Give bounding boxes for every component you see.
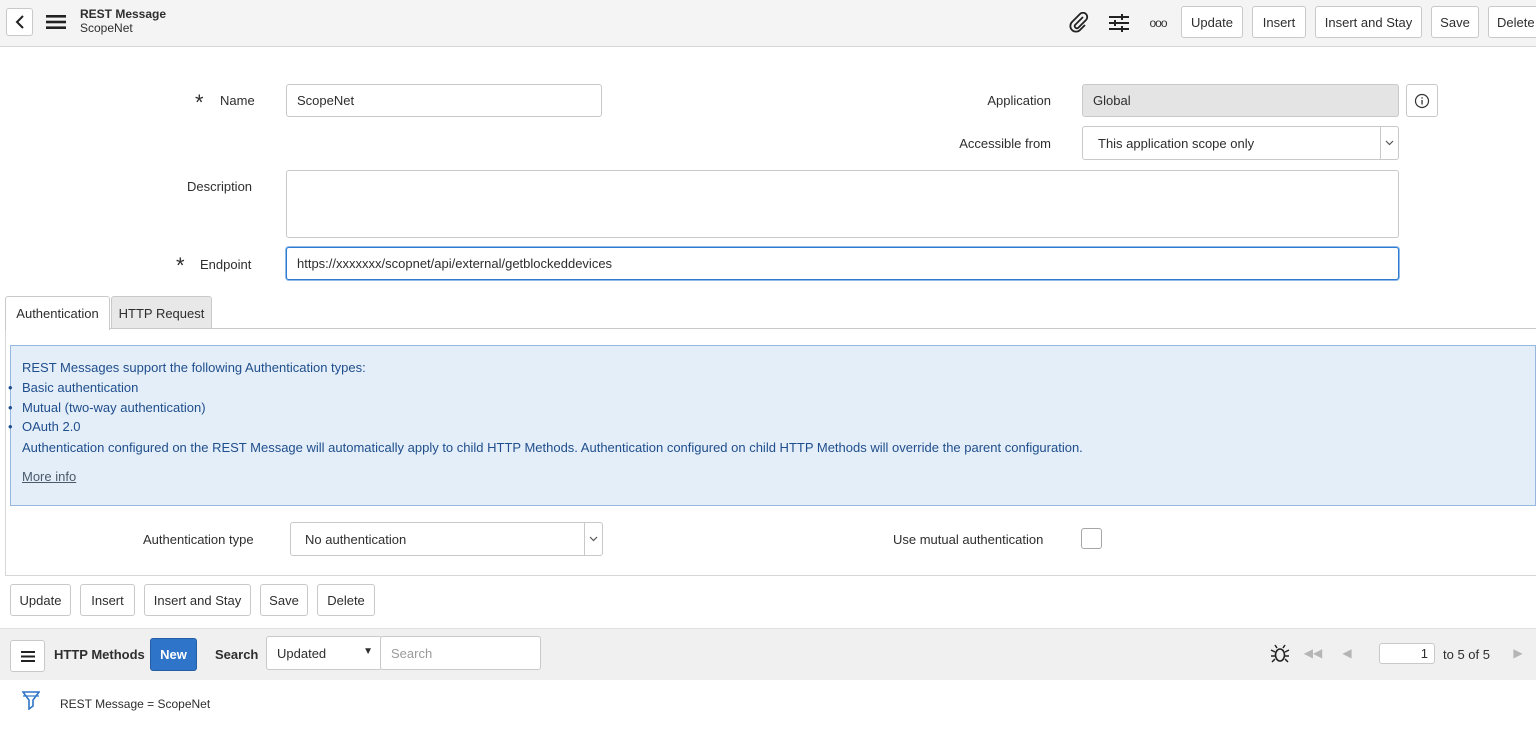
chevron-down-icon [584,523,602,555]
description-label: Description [187,179,253,194]
save-button-bottom[interactable]: Save [260,584,308,616]
mutual-auth-checkbox[interactable] [1081,528,1102,549]
tab-authentication[interactable]: Authentication [5,296,110,330]
filter-condition: REST Message = ScopeNet [60,697,211,711]
chevron-down-icon [1380,127,1398,159]
settings-sliders-icon[interactable] [1106,10,1132,36]
bug-icon[interactable] [1268,642,1292,666]
more-info-link[interactable]: More info [22,469,76,484]
page-number-value: 1 [1420,646,1428,661]
next-page-icon[interactable]: ▶ [1510,644,1526,662]
insert-and-stay-button[interactable]: Insert and Stay [1315,6,1422,38]
insert-and-stay-button-bottom[interactable]: Insert and Stay [144,584,251,616]
search-label: Search [215,647,259,662]
accessible-from-select[interactable]: This application scope only [1082,126,1399,160]
page-number-input[interactable]: 1 [1379,643,1435,664]
authentication-type-label: Authentication type [143,532,254,547]
update-button-bottom[interactable]: Update [10,584,71,616]
hamburger-menu-icon[interactable] [44,12,68,32]
info-note: Authentication configured on the REST Me… [22,440,1083,455]
search-field-select[interactable]: Updated ▼ [266,636,382,670]
back-button[interactable] [6,8,33,36]
required-marker: * [176,253,185,278]
related-list-title: HTTP Methods [54,647,145,662]
delete-button[interactable]: Delete [1488,6,1536,38]
accessible-from-label: Accessible from [959,136,1051,151]
tab-http-request[interactable]: HTTP Request [111,296,212,329]
info-item-mutual: Mutual (two-way authentication) [8,400,205,415]
required-marker: * [195,90,204,115]
search-placeholder: Search [391,645,433,661]
endpoint-field[interactable]: https://xxxxxxx/scopnet/api/external/get… [286,247,1399,280]
caret-down-icon: ▼ [363,646,373,657]
authentication-type-value: No authentication [305,531,407,547]
authentication-type-select[interactable]: No authentication [290,522,603,556]
accessible-from-value: This application scope only [1098,135,1255,151]
description-textarea[interactable] [286,170,1399,238]
page-title: REST Message ScopeNet [80,7,166,35]
attachment-icon[interactable] [1066,10,1092,36]
name-field[interactable]: ScopeNet [286,84,602,117]
search-field-value: Updated [277,645,327,661]
page-total: to 5 of 5 [1443,647,1490,662]
hamburger-menu-icon [20,650,35,662]
search-input[interactable]: Search [380,636,541,670]
name-label: Name [220,93,255,108]
new-button[interactable]: New [150,638,197,671]
info-icon [1414,93,1430,108]
list-menu-button[interactable] [10,640,45,672]
info-item-basic: Basic authentication [8,380,138,395]
update-button[interactable]: Update [1181,6,1243,38]
more-options-icon[interactable]: ooo [1144,12,1172,34]
insert-button-bottom[interactable]: Insert [80,584,135,616]
first-page-icon[interactable]: ◀◀ [1302,644,1324,662]
application-info-button[interactable] [1406,84,1438,117]
application-label: Application [987,93,1051,108]
info-heading: REST Messages support the following Auth… [22,360,366,375]
save-button[interactable]: Save [1431,6,1479,38]
record-type-title: REST Message [80,7,167,21]
authentication-info-box: REST Messages support the following Auth… [8,345,1536,506]
info-item-oauth: OAuth 2.0 [8,419,80,434]
chevron-left-icon [15,15,24,29]
mutual-auth-label: Use mutual authentication [893,532,1044,547]
record-name-subtitle: ScopeNet [80,21,133,35]
delete-button-bottom[interactable]: Delete [317,584,375,616]
endpoint-label: Endpoint [200,257,252,272]
form-header: REST Message ScopeNet ooo Update Insert … [0,0,1536,47]
application-field[interactable]: Global [1082,84,1399,117]
previous-page-icon[interactable]: ◀ [1339,644,1355,662]
filter-icon[interactable] [20,688,42,712]
insert-button[interactable]: Insert [1252,6,1306,38]
